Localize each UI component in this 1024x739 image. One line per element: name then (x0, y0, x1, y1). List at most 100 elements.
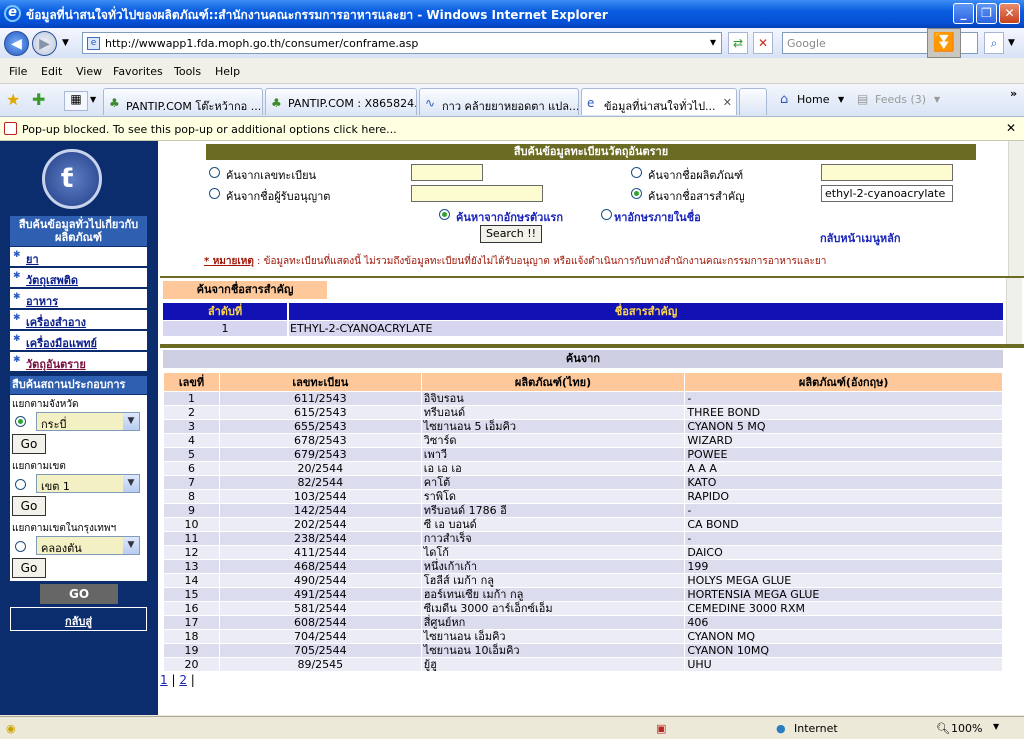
nav-cosmetics[interactable]: ✱ เครื่องสำอาง (10, 310, 147, 330)
province-go-button[interactable]: Go (12, 434, 46, 454)
row-no: 17 (163, 615, 220, 630)
note: * หมายเหตุ : ข้อมูลทะเบียนที่แสดงนี้ ไม่… (204, 254, 826, 269)
zone-label: Internet (794, 722, 838, 735)
nav-narcotics[interactable]: ✱ วัตถุเสพติด (10, 268, 147, 288)
general-search-header: สืบค้นข้อมูลทั่วไปเกี่ยวกับผลิตภัณฑ์ (10, 216, 147, 246)
search-button[interactable]: Search !! (480, 225, 542, 243)
substance-scrollbar[interactable] (1006, 278, 1022, 344)
tab-glue[interactable]: ∿ กาว คล้ายยาหยอดตา แปล... (419, 88, 579, 115)
back-link[interactable]: กลับสู่ (65, 615, 92, 628)
refresh-icon[interactable]: ⇄ (728, 32, 748, 54)
reg-radio[interactable] (209, 167, 220, 178)
feeds-icon: ▤ (857, 92, 869, 106)
province-select[interactable]: กระบี่ ▼ (36, 412, 140, 431)
district-select[interactable]: เขต 1 ▼ (36, 474, 140, 493)
history-dropdown-icon[interactable]: ▼ (62, 38, 69, 48)
bkk-go-button[interactable]: Go (12, 558, 46, 578)
row-product-thai: ซีเมดีน 3000 อาร์เอ็กซ์เอ็ม (420, 601, 686, 616)
back-main-menu-link[interactable]: กลับหน้าเมนูหลัก (820, 229, 901, 247)
tab-pantip-1[interactable]: ♣ PANTIP.COM โต๊ะหว้ากอ ... (103, 88, 263, 115)
results-frame: ค้นจาก เลขที่ เลขทะเบียน ผลิตภัณฑ์(ไทย) … (160, 348, 1024, 714)
restore-button[interactable]: ❐ (976, 3, 997, 24)
licensee-input[interactable] (411, 185, 543, 202)
licensee-radio[interactable] (209, 188, 220, 199)
within-name-radio[interactable] (601, 209, 612, 220)
close-window-button[interactable]: ✕ (999, 3, 1020, 24)
menu-bar: File Edit View Favorites Tools Help (0, 58, 1024, 84)
table-row: 2 615/2543 ทรีบอนด์ THREE BOND (163, 405, 1003, 420)
menu-edit[interactable]: Edit (41, 65, 62, 78)
district-go-button[interactable]: Go (12, 496, 46, 516)
url-dropdown-icon[interactable]: ▾ (703, 32, 723, 54)
home-dropdown-icon[interactable]: ▼ (838, 95, 844, 104)
close-tab-icon[interactable]: ✕ (723, 96, 732, 109)
globe-icon: ● (776, 722, 786, 735)
popup-status-icon[interactable]: ▣ (656, 722, 666, 735)
product-input[interactable] (821, 164, 953, 181)
add-favorite-icon[interactable]: ✚ (32, 90, 45, 109)
back-box: กลับสู่ (10, 607, 147, 631)
big-go-button[interactable]: GO (40, 584, 118, 604)
home-icon[interactable]: ⌂ (780, 92, 788, 107)
substance-row-name[interactable]: ETHYL-2-CYANOACRYLATE (289, 321, 1003, 336)
menu-tools[interactable]: Tools (174, 65, 201, 78)
menu-favorites[interactable]: Favorites (113, 65, 163, 78)
menu-help[interactable]: Help (215, 65, 240, 78)
product-radio[interactable] (631, 167, 642, 178)
row-reg-no: 705/2544 (218, 643, 422, 658)
search-go-icon[interactable]: ⌕ (984, 32, 1004, 54)
popup-blocked-text[interactable]: Pop-up blocked. To see this pop-up or ad… (22, 123, 397, 136)
bkk-radio[interactable] (15, 541, 26, 552)
new-tab-button[interactable] (739, 88, 767, 115)
menu-file[interactable]: File (9, 65, 27, 78)
nav-medical-devices[interactable]: ✱ เครื่องมือแพทย์ (10, 331, 147, 351)
menu-view[interactable]: View (76, 65, 102, 78)
page-1-link[interactable]: 1 (160, 673, 168, 687)
search-options-icon[interactable]: ▼ (1008, 38, 1015, 48)
feeds-dropdown-icon[interactable]: ▼ (934, 95, 940, 104)
row-no: 2 (163, 405, 220, 420)
substance-radio[interactable] (631, 188, 642, 199)
forward-icon[interactable]: ▶ (32, 31, 57, 56)
toolbar-extension-icon[interactable]: ⏬ (927, 28, 961, 58)
nav-hazardous[interactable]: ✱ วัตถุอันตราย (10, 352, 147, 372)
nav-food[interactable]: ✱ อาหาร (10, 289, 147, 309)
row-product-eng: CYANON 10MQ (684, 643, 1003, 658)
row-no: 11 (163, 531, 220, 546)
tab-fda-active[interactable]: e ข้อมูลที่น่าสนใจทั่วไป... ✕ (581, 88, 737, 115)
district-radio[interactable] (15, 479, 26, 490)
row-no: 5 (163, 447, 220, 462)
row-no: 8 (163, 489, 220, 504)
row-product-thai: ไดโก้ (420, 545, 686, 560)
row-product-thai: ราพิโด (420, 489, 686, 504)
favorites-star-icon[interactable]: ★ (6, 90, 20, 109)
zoom-dropdown-icon[interactable]: ▼ (993, 722, 999, 731)
cactus-icon: ♣ (109, 96, 120, 110)
tab-list-icon[interactable]: ▼ (90, 95, 96, 104)
nav-drug[interactable]: ✱ ยา (10, 247, 147, 267)
feeds-button[interactable]: Feeds (3) (875, 93, 926, 106)
substance-input[interactable]: ethyl-2-cyanoacrylate (821, 185, 953, 202)
search-scrollbar[interactable] (1008, 141, 1024, 276)
bkk-select[interactable]: คลองตัน ▼ (36, 536, 140, 555)
reg-input[interactable] (411, 164, 483, 181)
district-box: แยกตามเขต เขต 1 ▼ Go (10, 457, 147, 519)
tab-pantip-2[interactable]: ♣ PANTIP.COM : X865824... (265, 88, 417, 115)
quick-tabs-icon[interactable]: ▦ (64, 91, 88, 111)
popup-close-icon[interactable]: ✕ (1006, 121, 1016, 135)
back-icon[interactable]: ◀ (4, 31, 29, 56)
stop-icon[interactable]: ✕ (753, 32, 773, 54)
province-radio[interactable] (15, 416, 26, 427)
row-product-eng: POWEE (684, 447, 1003, 462)
row-reg-no: 82/2544 (218, 475, 422, 490)
home-button[interactable]: Home (797, 93, 829, 106)
url-field[interactable]: e http://wwwapp1.fda.moph.go.th/consumer… (82, 32, 722, 54)
page-2-link[interactable]: 2 (179, 673, 187, 687)
window-title: ข้อมูลที่น่าสนใจทั่วไปของผลิตภัณฑ์::สำนั… (26, 8, 608, 22)
zoom-level[interactable]: 100% (951, 722, 982, 735)
minimize-button[interactable]: _ (953, 3, 974, 24)
row-reg-no: 491/2544 (218, 587, 422, 602)
popup-blocked-bar[interactable]: Pop-up blocked. To see this pop-up or ad… (0, 117, 1024, 141)
first-letter-radio[interactable] (439, 209, 450, 220)
toolbar-overflow-icon[interactable]: » (1010, 87, 1017, 100)
